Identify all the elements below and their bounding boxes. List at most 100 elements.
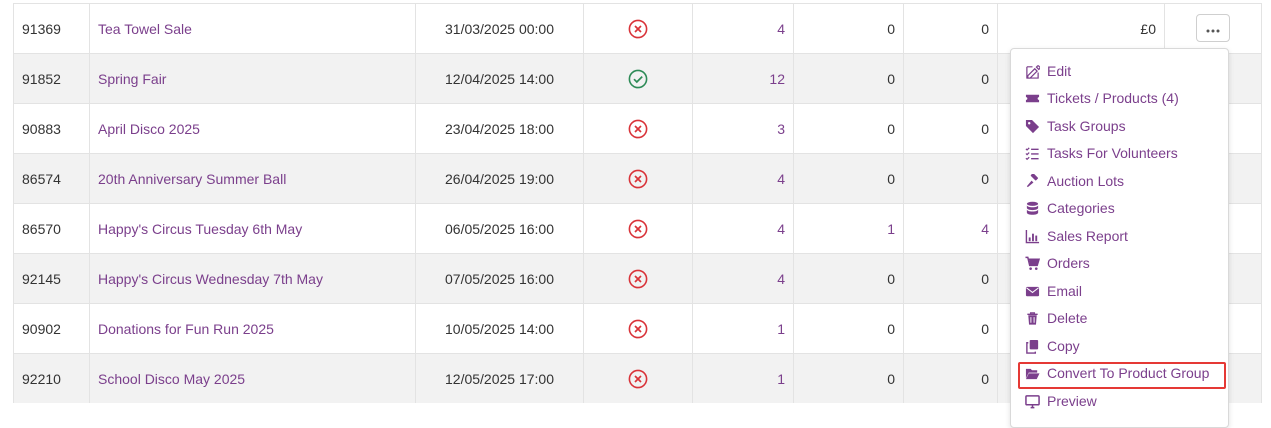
count-value: 0 — [794, 154, 904, 203]
count-value: 0 — [794, 104, 904, 153]
event-name-link[interactable]: Spring Fair — [90, 54, 416, 103]
count-link[interactable]: 4 — [693, 154, 794, 203]
menu-item-preview[interactable]: Preview — [1025, 390, 1097, 412]
status-inactive-icon — [584, 254, 693, 303]
event-id: 92210 — [14, 354, 90, 403]
event-id: 91852 — [14, 54, 90, 103]
count-link[interactable]: 3 — [693, 104, 794, 153]
copy-icon — [1025, 339, 1047, 354]
status-inactive-icon — [584, 104, 693, 153]
tasks-icon — [1025, 146, 1047, 161]
event-id: 90883 — [14, 104, 90, 153]
event-name-link[interactable]: Tea Towel Sale — [90, 4, 416, 53]
menu-item-label: Tickets / Products (4) — [1047, 90, 1179, 106]
menu-item-auction-lots[interactable]: Auction Lots — [1025, 170, 1124, 192]
envelope-icon — [1025, 284, 1047, 299]
tag-icon — [1025, 119, 1047, 134]
count-value: 0 — [904, 4, 998, 53]
more-actions-button[interactable] — [1195, 13, 1230, 42]
event-id: 86570 — [14, 204, 90, 253]
count-value: 0 — [904, 154, 998, 203]
count-value: 0 — [794, 354, 904, 403]
folder-open-icon — [1025, 366, 1047, 381]
event-name-link[interactable]: Happy's Circus Tuesday 6th May — [90, 204, 416, 253]
menu-item-label: Delete — [1047, 310, 1088, 326]
event-id: 92145 — [14, 254, 90, 303]
event-name-link[interactable]: School Disco May 2025 — [90, 354, 416, 403]
menu-item-label: Edit — [1047, 63, 1072, 79]
menu-item-label: Categories — [1047, 200, 1115, 216]
menu-item-label: Orders — [1047, 255, 1090, 271]
count-value: 0 — [904, 354, 998, 403]
event-date: 12/04/2025 14:00 — [416, 54, 584, 103]
menu-item-label: Convert To Product Group — [1047, 365, 1210, 381]
menu-item-edit[interactable]: Edit — [1025, 60, 1071, 82]
count-link[interactable]: 1 — [693, 354, 794, 403]
menu-item-delete[interactable]: Delete — [1025, 307, 1087, 329]
menu-item-label: Copy — [1047, 338, 1080, 354]
menu-item-label: Task Groups — [1047, 118, 1126, 134]
event-date: 06/05/2025 16:00 — [416, 204, 584, 253]
cart-icon — [1025, 256, 1047, 271]
count-link[interactable]: 1 — [693, 304, 794, 353]
gavel-icon — [1025, 173, 1047, 189]
count-value: 0 — [904, 54, 998, 103]
event-date: 26/04/2025 19:00 — [416, 154, 584, 203]
status-inactive-icon — [584, 154, 693, 203]
event-date: 12/05/2025 17:00 — [416, 354, 584, 403]
count-link[interactable]: 12 — [693, 54, 794, 103]
chart-icon — [1025, 229, 1047, 244]
ellipsis-icon — [1206, 21, 1220, 35]
row-actions — [1165, 4, 1260, 53]
status-active-icon — [584, 54, 693, 103]
event-name-link[interactable]: April Disco 2025 — [90, 104, 416, 153]
row-actions-menu: Edit Tickets / Products (4) Task Groups Tas… — [1010, 48, 1229, 428]
total-amount: £0 — [998, 4, 1165, 53]
count-value[interactable]: 1 — [794, 204, 904, 253]
event-date: 23/04/2025 18:00 — [416, 104, 584, 153]
menu-item-task-groups[interactable]: Task Groups — [1025, 115, 1126, 137]
event-date: 31/03/2025 00:00 — [416, 4, 584, 53]
event-id: 91369 — [14, 4, 90, 53]
count-value: 0 — [904, 304, 998, 353]
status-inactive-icon — [584, 304, 693, 353]
count-value: 0 — [794, 254, 904, 303]
count-value: 0 — [794, 54, 904, 103]
menu-item-orders[interactable]: Orders — [1025, 252, 1090, 274]
count-value: 0 — [794, 4, 904, 53]
menu-item-convert-to-product-group[interactable]: Convert To Product Group — [1025, 362, 1209, 384]
menu-item-tickets-products-4[interactable]: Tickets / Products (4) — [1025, 87, 1179, 109]
ticket-icon — [1025, 91, 1047, 106]
edit-icon — [1025, 64, 1047, 79]
event-date: 10/05/2025 14:00 — [416, 304, 584, 353]
status-inactive-icon — [584, 204, 693, 253]
database-icon — [1025, 201, 1047, 216]
count-value[interactable]: 4 — [904, 204, 998, 253]
count-value: 0 — [904, 104, 998, 153]
menu-item-label: Preview — [1047, 393, 1097, 409]
status-inactive-icon — [584, 4, 693, 53]
menu-item-label: Tasks For Volunteers — [1047, 145, 1178, 161]
count-link[interactable]: 4 — [693, 4, 794, 53]
event-id: 86574 — [14, 154, 90, 203]
menu-item-email[interactable]: Email — [1025, 280, 1082, 302]
count-link[interactable]: 4 — [693, 204, 794, 253]
menu-item-label: Sales Report — [1047, 228, 1128, 244]
menu-item-label: Auction Lots — [1047, 173, 1125, 189]
count-value: 0 — [794, 304, 904, 353]
event-name-link[interactable]: Happy's Circus Wednesday 7th May — [90, 254, 416, 303]
status-inactive-icon — [584, 354, 693, 403]
event-name-link[interactable]: Donations for Fun Run 2025 — [90, 304, 416, 353]
menu-item-categories[interactable]: Categories — [1025, 197, 1115, 219]
table-row: 91369 Tea Towel Sale 31/03/2025 00:00 4 0 0 £0 — [14, 3, 1261, 53]
count-value: 0 — [904, 254, 998, 303]
menu-item-copy[interactable]: Copy — [1025, 335, 1080, 357]
monitor-icon — [1025, 394, 1047, 409]
count-link[interactable]: 4 — [693, 254, 794, 303]
event-name-link[interactable]: 20th Anniversary Summer Ball — [90, 154, 416, 203]
trash-icon — [1025, 311, 1047, 326]
menu-item-label: Email — [1047, 283, 1083, 299]
menu-item-tasks-for-volunteers[interactable]: Tasks For Volunteers — [1025, 142, 1178, 164]
event-date: 07/05/2025 16:00 — [416, 254, 584, 303]
menu-item-sales-report[interactable]: Sales Report — [1025, 225, 1128, 247]
